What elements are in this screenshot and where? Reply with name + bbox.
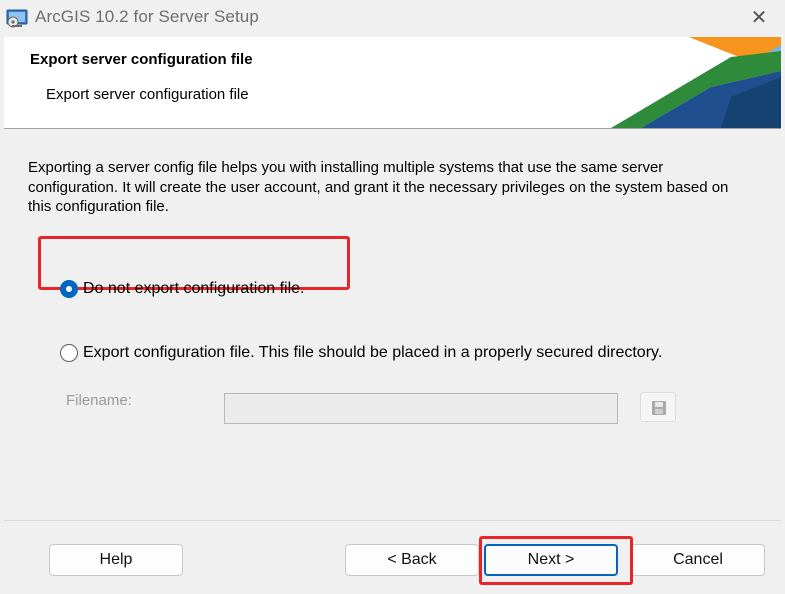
radio-do-not-export[interactable]: [60, 280, 78, 298]
back-button[interactable]: < Back: [345, 544, 479, 576]
header-banner: Export server configuration file Export …: [4, 37, 781, 128]
next-highlight-box: [479, 536, 633, 585]
page-subtitle: Export server configuration file: [46, 86, 249, 103]
window-title: ArcGIS 10.2 for Server Setup: [35, 7, 259, 26]
browse-save-button[interactable]: [640, 392, 676, 422]
footer-divider: [4, 520, 781, 521]
app-icon: [6, 9, 28, 28]
title-bar: ArcGIS 10.2 for Server Setup ✕: [0, 0, 785, 37]
close-icon[interactable]: ✕: [748, 6, 770, 28]
radio-do-not-export-label[interactable]: Do not export configuration file.: [83, 280, 304, 298]
cancel-button[interactable]: Cancel: [631, 544, 765, 576]
radio-export-label[interactable]: Export configuration file. This file sho…: [83, 344, 662, 362]
description-text: Exporting a server config file helps you…: [28, 159, 729, 215]
filename-label: Filename:: [66, 392, 132, 409]
help-button[interactable]: Help: [49, 544, 183, 576]
esri-banner-graphic: [611, 37, 781, 128]
radio-export[interactable]: [60, 344, 78, 362]
page-title: Export server configuration file: [30, 51, 253, 68]
filename-input[interactable]: [224, 393, 618, 424]
content-area: Exporting a server config file helps you…: [4, 129, 781, 520]
save-icon: [652, 401, 666, 415]
